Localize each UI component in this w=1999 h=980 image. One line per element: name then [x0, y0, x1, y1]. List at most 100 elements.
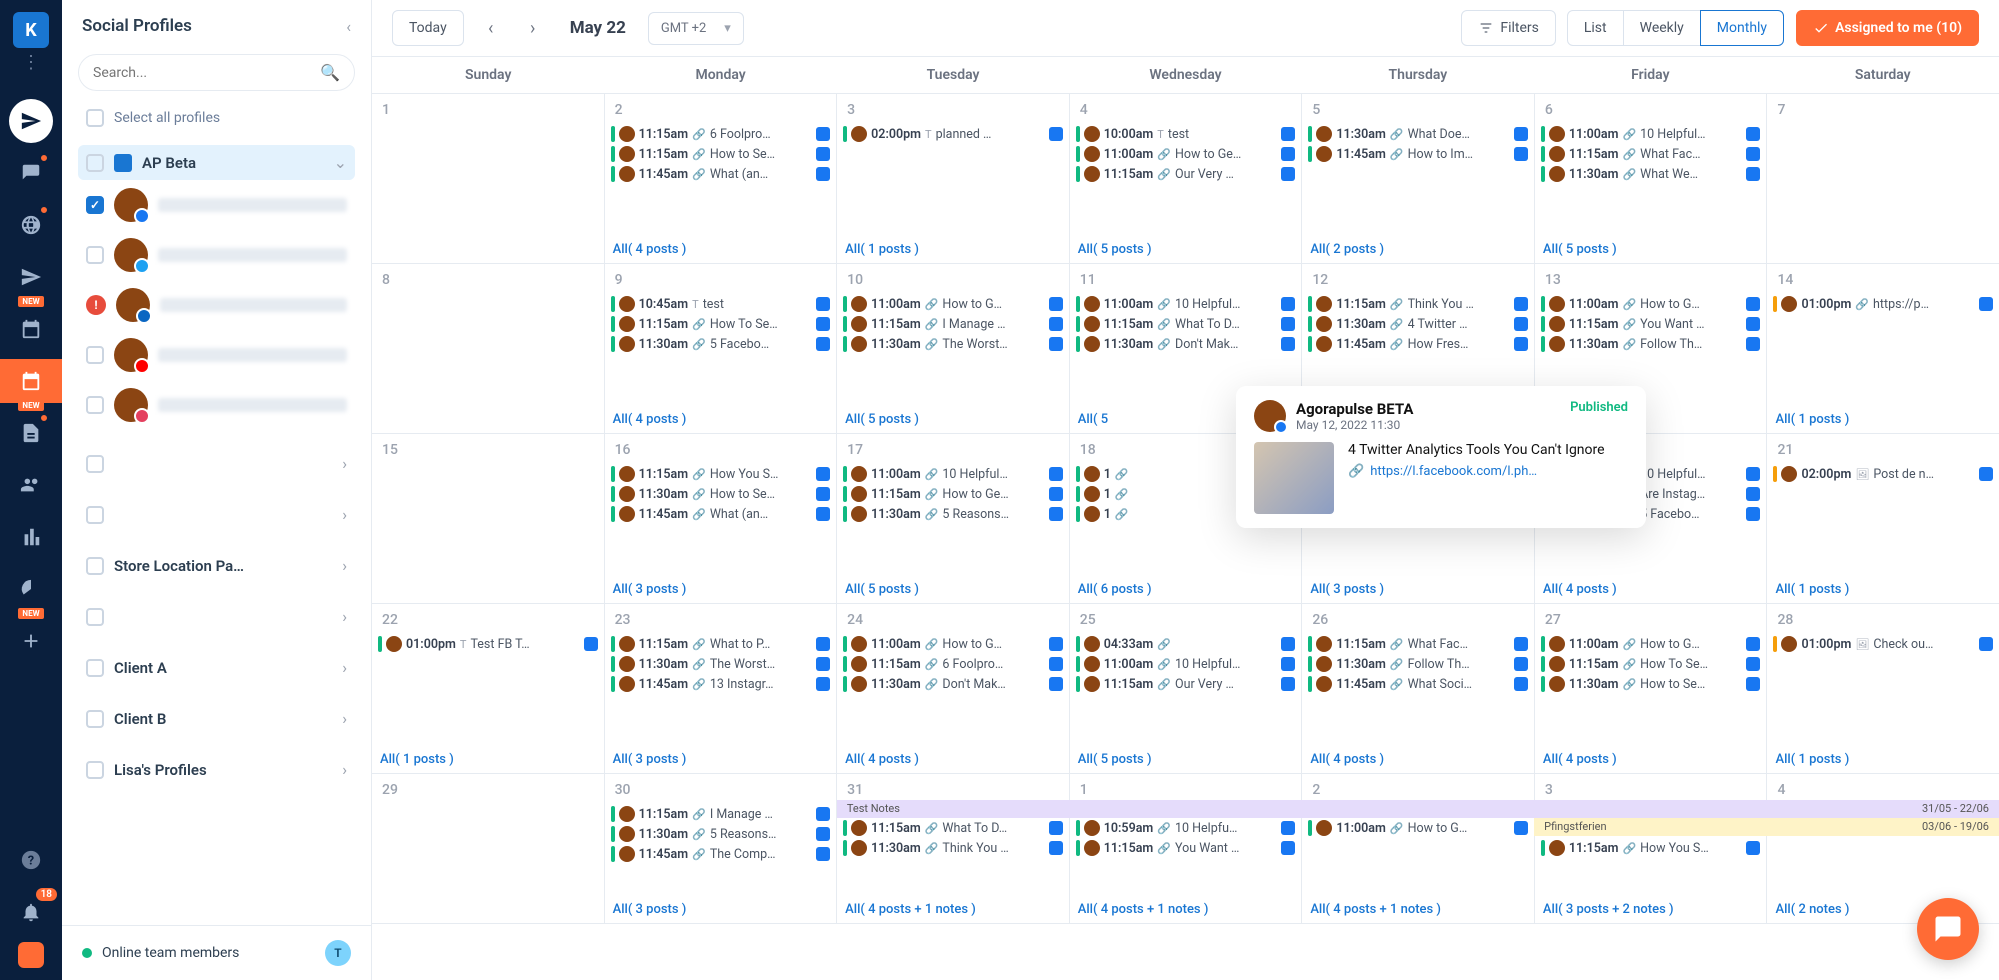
calendar-post[interactable]: 11:30am🔗Think You … — [843, 838, 1063, 858]
calendar-post[interactable]: 11:45am🔗How to Im… — [1308, 144, 1528, 164]
collapse-sidebar-icon[interactable]: ‹ — [346, 17, 351, 36]
calendar-post[interactable]: 11:15am🔗What to P… — [611, 634, 831, 654]
calendar-day-cell[interactable]: 15 — [372, 434, 605, 603]
calendar-post[interactable]: 11:30am🔗4 Twitter … — [1308, 314, 1528, 334]
calendar-day-cell[interactable]: 211:15am🔗6 Foolpro…11:15am🔗How to Se…11:… — [605, 94, 838, 263]
calendar-post[interactable]: 10:45amTtest — [611, 294, 831, 314]
nav-calendar-icon[interactable] — [9, 307, 53, 351]
calendar-post[interactable]: 11:15am🔗I Manage … — [611, 804, 831, 824]
calendar-post[interactable]: 11:30am🔗Don't Mak… — [1076, 334, 1296, 354]
search-input[interactable] — [93, 65, 320, 81]
calendar-day-cell[interactable]: 511:30am🔗What Doe…11:45am🔗How to Im…All(… — [1302, 94, 1535, 263]
calendar-post[interactable]: 11:15am🔗Our Very … — [1076, 674, 1296, 694]
calendar-post[interactable]: 11:30am🔗Follow Th… — [1541, 334, 1761, 354]
group-checkbox[interactable] — [86, 608, 104, 626]
show-all-posts-link[interactable]: All( 1 posts ) — [845, 242, 919, 257]
calendar-post[interactable]: 11:00am🔗How to G… — [1541, 634, 1761, 654]
nav-listening-icon[interactable] — [9, 203, 53, 247]
calendar-day-cell[interactable]: 2311:15am🔗What to P…11:30am🔗The Worst…11… — [605, 604, 838, 773]
show-all-posts-link[interactable]: All( 5 posts ) — [1078, 242, 1152, 257]
calendar-post[interactable]: 11:15am🔗What Fac… — [1541, 144, 1761, 164]
select-all-profiles[interactable]: Select all profiles — [62, 99, 371, 137]
show-all-posts-link[interactable]: All( 4 posts ) — [1310, 752, 1384, 767]
calendar-day-cell[interactable]: 1 — [372, 94, 605, 263]
calendar-post[interactable]: 11:30am🔗Follow Th… — [1308, 654, 1528, 674]
calendar-post[interactable]: 11:15am🔗How to Se… — [611, 144, 831, 164]
calendar-day-cell[interactable]: 1711:00am🔗10 Helpful…11:15am🔗How to Ge…1… — [837, 434, 1070, 603]
show-all-posts-link[interactable]: All( 4 posts ) — [845, 752, 919, 767]
calendar-day-cell[interactable]: 8 — [372, 264, 605, 433]
calendar-day-cell[interactable]: 29 — [372, 774, 605, 923]
calendar-day-cell[interactable]: 3011:15am🔗I Manage …11:30am🔗5 Reasons…11… — [605, 774, 838, 923]
profile-group-store[interactable]: Store Location Pa…› — [78, 548, 355, 583]
calendar-post[interactable]: 04:33am🔗 — [1076, 634, 1296, 654]
calendar-post[interactable]: 11:15am🔗How You S… — [1541, 838, 1761, 858]
profile-checkbox[interactable] — [86, 346, 104, 364]
nav-team-icon[interactable] — [9, 463, 53, 507]
calendar-day-cell[interactable]: 311:15am🔗How You S…All( 3 posts + 2 note… — [1535, 774, 1768, 923]
calendar-post[interactable]: 11:15am🔗Our Very … — [1076, 164, 1296, 184]
calendar-post[interactable]: 11:15am🔗How To Se… — [611, 314, 831, 334]
calendar-post[interactable]: 01:00pmTTest FB T… — [378, 634, 598, 654]
calendar-post[interactable]: 11:15am🔗What To D… — [843, 818, 1063, 838]
calendar-day-cell[interactable]: 1011:00am🔗How to G…11:15am🔗I Manage …11:… — [837, 264, 1070, 433]
calendar-post[interactable]: 11:15am🔗You Want … — [1541, 314, 1761, 334]
profile-group-g3[interactable]: › — [78, 497, 355, 532]
profile-checkbox[interactable] — [86, 196, 104, 214]
show-all-posts-link[interactable]: All( 5 — [1078, 412, 1108, 427]
show-all-posts-link[interactable]: All( 6 posts ) — [1078, 582, 1152, 597]
nav-publish-icon[interactable] — [9, 99, 53, 143]
calendar-day-cell[interactable]: 211:00am🔗How to G…All( 4 posts + 1 notes… — [1302, 774, 1535, 923]
calendar-day-cell[interactable]: 2611:15am🔗What Fac…11:30am🔗Follow Th…11:… — [1302, 604, 1535, 773]
calendar-post[interactable]: 11:15am🔗6 Foolpro… — [611, 124, 831, 144]
calendar-post[interactable]: 11:45am🔗What Soci… — [1308, 674, 1528, 694]
calendar-day-cell[interactable]: 4All( 2 notes ) — [1767, 774, 1999, 923]
show-all-posts-link[interactable]: All( 4 posts ) — [613, 242, 687, 257]
view-list-button[interactable]: List — [1567, 10, 1624, 46]
calendar-post[interactable]: 02:00pmTplanned … — [843, 124, 1063, 144]
calendar-day-cell[interactable]: 2201:00pmTTest FB T…All( 1 posts ) — [372, 604, 605, 773]
show-all-posts-link[interactable]: All( 3 posts ) — [613, 902, 687, 917]
nav-dashboard-icon[interactable]: NEW — [9, 567, 53, 611]
calendar-post[interactable]: 11:45am🔗What (an… — [611, 164, 831, 184]
calendar-day-cell[interactable]: 2102:00pm🖼Post de n…All( 1 posts ) — [1767, 434, 1999, 603]
view-monthly-button[interactable]: Monthly — [1700, 10, 1784, 46]
prev-month-button[interactable]: ‹ — [476, 13, 506, 43]
filters-button[interactable]: Filters — [1461, 10, 1556, 46]
calendar-post[interactable]: 11:15am🔗You Want … — [1076, 838, 1296, 858]
workspace-avatar[interactable]: K — [13, 12, 49, 48]
nav-inbox-icon[interactable] — [9, 151, 53, 195]
calendar-post[interactable]: 11:30am🔗The Worst… — [611, 654, 831, 674]
calendar-post[interactable]: 11:00am🔗How to G… — [843, 294, 1063, 314]
show-all-posts-link[interactable]: All( 2 notes ) — [1775, 902, 1849, 917]
show-all-posts-link[interactable]: All( 1 posts ) — [1775, 752, 1849, 767]
select-all-checkbox[interactable] — [86, 109, 104, 127]
calendar-post[interactable]: 11:15am🔗6 Foolpro… — [843, 654, 1063, 674]
calendar-post[interactable]: 11:30am🔗5 Facebo… — [611, 334, 831, 354]
profile-item[interactable] — [78, 330, 355, 380]
calendar-post[interactable]: 11:15am🔗What Fac… — [1308, 634, 1528, 654]
workspace-more[interactable]: ⋮ — [22, 52, 40, 73]
nav-schedule-icon[interactable]: NEW — [9, 255, 53, 299]
calendar-post[interactable]: 11:45am🔗What (an… — [611, 504, 831, 524]
calendar-post[interactable]: 11:15am🔗How You S… — [611, 464, 831, 484]
calendar-post[interactable]: 11:00am🔗10 Helpful… — [1076, 294, 1296, 314]
calendar-post[interactable]: 11:15am🔗How To Se… — [1541, 654, 1761, 674]
group-checkbox[interactable] — [86, 659, 104, 677]
calendar-post[interactable]: 01:00pm🔗https://p… — [1773, 294, 1993, 314]
calendar-day-cell[interactable]: 410:00amTtest11:00am🔗How to Ge…11:15am🔗O… — [1070, 94, 1303, 263]
nav-help-icon[interactable]: ? — [9, 838, 53, 882]
calendar-post[interactable]: 02:00pm🖼Post de n… — [1773, 464, 1993, 484]
calendar-post[interactable]: 11:00am🔗10 Helpful… — [1076, 654, 1296, 674]
calendar-post[interactable]: 11:30am🔗The Worst… — [843, 334, 1063, 354]
group-checkbox[interactable] — [86, 761, 104, 779]
profile-item[interactable] — [78, 180, 355, 230]
calendar-post[interactable]: 11:30am🔗What Doe… — [1308, 124, 1528, 144]
calendar-post[interactable]: 11:45am🔗13 Instagr… — [611, 674, 831, 694]
show-all-posts-link[interactable]: All( 5 posts ) — [845, 582, 919, 597]
calendar-day-cell[interactable]: 2504:33am🔗11:00am🔗10 Helpful…11:15am🔗Our… — [1070, 604, 1303, 773]
calendar-day-cell[interactable]: 910:45amTtest11:15am🔗How To Se…11:30am🔗5… — [605, 264, 838, 433]
popover-link[interactable]: 🔗 https://l.facebook.com/l.ph… — [1348, 464, 1628, 479]
intercom-chat-button[interactable] — [1917, 898, 1979, 960]
next-month-button[interactable]: › — [518, 13, 548, 43]
